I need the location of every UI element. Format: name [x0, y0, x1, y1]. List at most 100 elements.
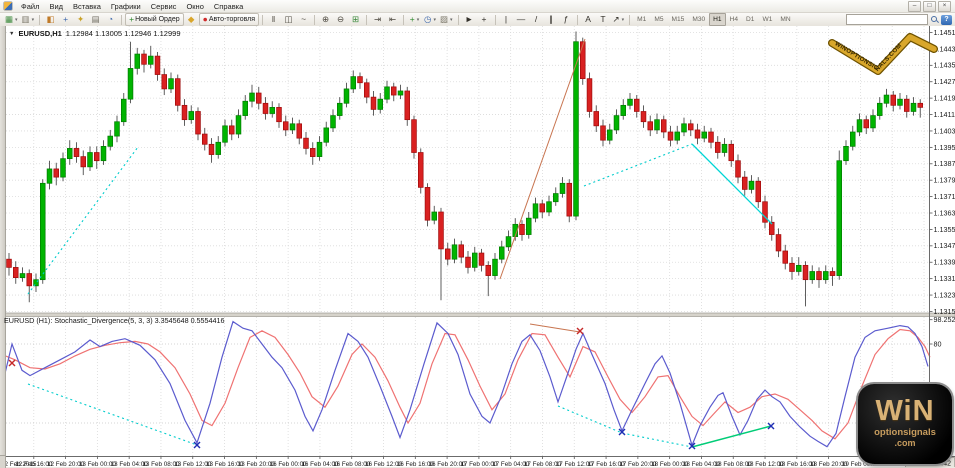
timeframe-w1[interactable]: W1 — [758, 13, 776, 26]
chart-shift-button[interactable]: ⇤ — [385, 13, 400, 26]
candle — [324, 128, 329, 142]
timeframe-mn[interactable]: MN — [776, 13, 794, 26]
new-order-button[interactable]: +Новый Ордер — [125, 13, 184, 26]
line-chart-button[interactable]: ~ — [296, 13, 311, 26]
hline-button[interactable]: — — [514, 13, 529, 26]
minimize-button[interactable]: – — [908, 1, 921, 12]
autotrading-button[interactable]: ●Авто-торговля — [199, 13, 259, 26]
new-chart-button[interactable]: ▦▾ — [3, 13, 20, 26]
bar-chart-button[interactable]: ‖ — [266, 13, 281, 26]
candle — [175, 79, 180, 106]
periods-button[interactable]: ◷▾ — [422, 13, 438, 26]
candle — [351, 77, 356, 89]
candlestick-chart-icon: ◫ — [285, 15, 293, 24]
profiles-button[interactable]: ▥▾ — [20, 13, 37, 26]
cursor-button[interactable]: ► — [462, 13, 477, 26]
new-chart-icon: ▦ — [5, 15, 13, 24]
data-window-button[interactable]: + — [58, 13, 73, 26]
candle — [749, 181, 754, 189]
channel-button[interactable]: ∥ — [544, 13, 559, 26]
candle — [108, 136, 113, 146]
arrows-button[interactable]: ↗▾ — [611, 13, 627, 26]
app-icon — [4, 2, 12, 10]
svg-text:80: 80 — [934, 339, 942, 348]
toolbar-separator — [366, 15, 367, 25]
templates-icon: ▨ — [440, 15, 448, 24]
ohlc-values: 1.12984 1.13005 1.12946 1.12999 — [66, 29, 181, 38]
close-button[interactable]: × — [938, 1, 951, 12]
toolbar-separator — [629, 15, 630, 25]
strategy-tester-button[interactable]: ◔ — [103, 13, 118, 26]
candle — [344, 89, 349, 103]
market-watch-button[interactable]: ◧ — [43, 13, 58, 26]
candle — [567, 183, 572, 216]
left-panel-splitter[interactable] — [0, 26, 6, 455]
label-button[interactable]: T — [596, 13, 611, 26]
text-button[interactable]: A — [581, 13, 596, 26]
fibonacci-button[interactable]: ƒ — [559, 13, 574, 26]
candle — [830, 271, 835, 275]
candle — [688, 124, 693, 130]
candlestick-chart-button[interactable]: ◫ — [281, 13, 296, 26]
candle — [81, 157, 86, 167]
trendline-icon: / — [535, 15, 537, 24]
search-input[interactable] — [846, 14, 928, 25]
vline-button[interactable]: | — [499, 13, 514, 26]
timeframe-m15[interactable]: M15 — [668, 13, 689, 26]
candle — [256, 93, 261, 103]
dropdown-caret-icon: ▾ — [622, 17, 625, 23]
tile-windows-button[interactable]: ⊞ — [348, 13, 363, 26]
templates-button[interactable]: ▨▾ — [438, 13, 455, 26]
candle — [810, 271, 815, 279]
menu-item-0[interactable]: Файл — [16, 1, 44, 12]
candle — [634, 99, 639, 111]
menu-item-5[interactable]: Окно — [181, 1, 208, 12]
candle — [425, 187, 430, 220]
timeframe-d1[interactable]: D1 — [742, 13, 758, 26]
menu-item-3[interactable]: Графики — [106, 1, 146, 12]
terminal-button[interactable]: ▤ — [88, 13, 103, 26]
candle — [445, 249, 450, 259]
hline-icon: — — [517, 15, 526, 24]
zoom-out-button[interactable]: ⊖ — [333, 13, 348, 26]
time-axis-labels: 12 Feb 201512 Feb 16:0012 Feb 20:0013 Fe… — [1, 457, 955, 468]
indicators-button[interactable]: +▾ — [407, 13, 422, 26]
timeframe-m30[interactable]: M30 — [688, 13, 709, 26]
candle — [209, 144, 214, 154]
candle — [88, 153, 93, 167]
candle — [236, 116, 241, 134]
timeframe-h1[interactable]: H1 — [709, 13, 725, 26]
candle — [297, 124, 302, 138]
candle — [47, 169, 52, 183]
candle — [452, 245, 457, 259]
zoom-in-button[interactable]: ⊕ — [318, 13, 333, 26]
new-order-icon: + — [129, 15, 134, 24]
svg-text:1.14115: 1.14115 — [934, 110, 955, 119]
timeframe-m1[interactable]: M1 — [633, 13, 650, 26]
help-icon[interactable]: ? — [941, 15, 952, 25]
candle — [20, 274, 25, 278]
auto-scroll-button[interactable]: ⇥ — [370, 13, 385, 26]
search-icon[interactable] — [931, 16, 938, 23]
candle — [553, 194, 558, 202]
menu-item-2[interactable]: Вставка — [68, 1, 106, 12]
metaeditor-button[interactable]: ◆ — [184, 13, 199, 26]
menu-item-6[interactable]: Справка — [209, 1, 248, 12]
restore-button[interactable]: □ — [923, 1, 936, 12]
candles — [7, 31, 923, 306]
timeframe-h4[interactable]: H4 — [726, 13, 742, 26]
candle — [607, 130, 612, 140]
menu-item-1[interactable]: Вид — [44, 1, 68, 12]
navigator-icon: ✦ — [77, 15, 84, 24]
menu-item-4[interactable]: Сервис — [146, 1, 182, 12]
candle — [547, 202, 552, 212]
timeframe-m5[interactable]: M5 — [650, 13, 667, 26]
chart-canvas[interactable]: 1.145151.144351.143551.142751.141951.141… — [0, 26, 955, 467]
navigator-button[interactable]: ✦ — [73, 13, 88, 26]
trendline-button[interactable]: / — [529, 13, 544, 26]
candle — [648, 122, 653, 130]
profiles-icon: ▥ — [22, 15, 30, 24]
chart-window: 1.145151.144351.143551.142751.141951.141… — [0, 26, 955, 467]
candle — [587, 79, 592, 112]
crosshair-button[interactable]: + — [477, 13, 492, 26]
